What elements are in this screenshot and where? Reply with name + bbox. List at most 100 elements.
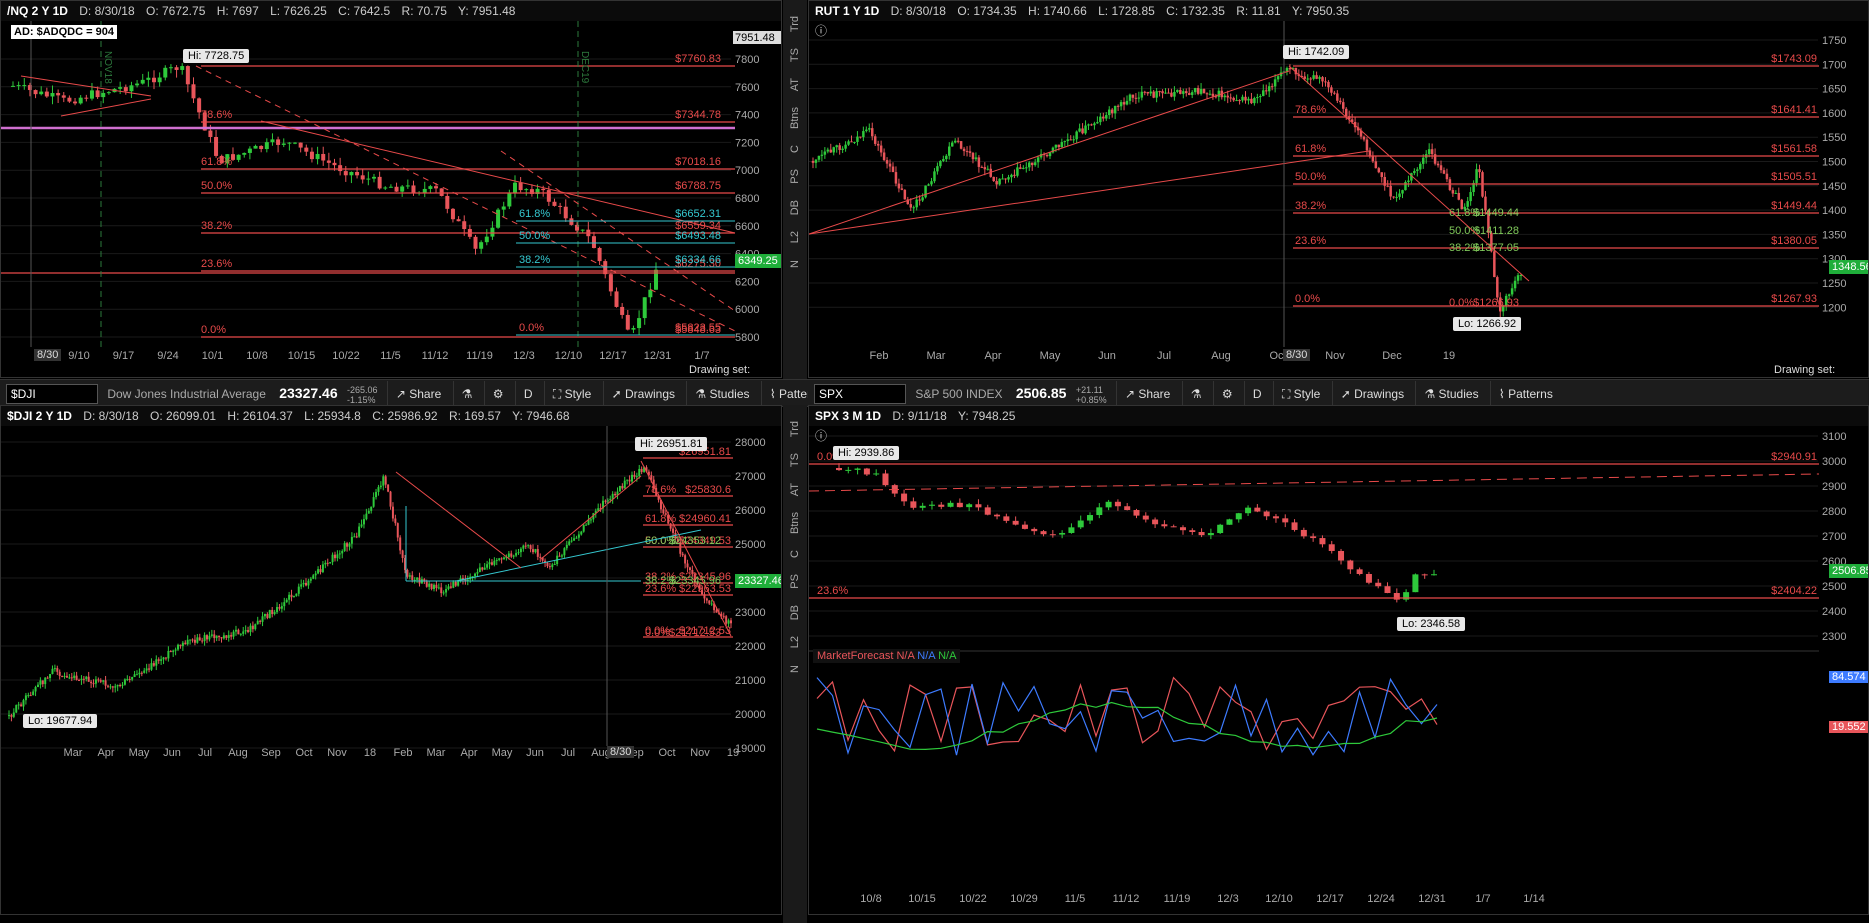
x-tick-label: May <box>129 747 150 759</box>
header-close: C: 7642.5 <box>338 4 391 18</box>
candle-body <box>930 181 933 185</box>
symbol-input[interactable]: SPX <box>814 384 906 404</box>
sidebar-tab-ts[interactable]: TS <box>789 48 801 62</box>
candle-body <box>965 151 969 153</box>
candle-body <box>548 566 551 568</box>
candle-body <box>498 558 501 560</box>
candle-body <box>1276 76 1280 80</box>
candle-body <box>938 504 945 507</box>
sidebar-tab-n[interactable]: N <box>789 260 801 268</box>
candle-body <box>1513 280 1517 289</box>
candle-body <box>948 146 951 156</box>
x-tick-label: 1/7 <box>1475 893 1490 905</box>
candle-body <box>863 468 870 475</box>
candle-body <box>642 297 647 319</box>
flask-icon[interactable]: ⚗ <box>452 381 481 406</box>
candle-body <box>50 93 55 97</box>
sidebar-tab-c[interactable]: C <box>789 550 801 558</box>
share-button[interactable]: ↗ Share <box>1115 381 1178 406</box>
candle-body <box>406 569 409 577</box>
candle-body <box>401 550 404 559</box>
sidebar-tab-ts[interactable]: TS <box>789 453 801 467</box>
style-button[interactable]: ⛶ Style <box>1272 381 1328 406</box>
studies-button[interactable]: ⚗ Studies <box>686 381 757 406</box>
chart-symbol[interactable]: RUT 1 Y 1D <box>815 4 879 18</box>
chart-panel-spx[interactable]: SPX 3 M 1D D: 9/11/18 Y: 7948.25 3100 300… <box>808 405 1869 915</box>
candle-body <box>582 525 585 532</box>
chart-symbol[interactable]: /NQ 2 Y 1D <box>7 4 68 18</box>
candle-body <box>811 161 815 163</box>
style-button[interactable]: ⛶ Style <box>543 381 599 406</box>
candle-body <box>87 676 90 682</box>
sidebar-tab-l2[interactable]: L2 <box>789 636 801 648</box>
candle-body <box>206 635 209 640</box>
sidebar-tab-at[interactable]: AT <box>789 78 801 91</box>
candle-body <box>367 510 370 514</box>
sidebar-tab-btns[interactable]: Btns <box>789 512 801 534</box>
share-button[interactable]: ↗ Share <box>386 381 449 406</box>
candle-body <box>41 680 44 685</box>
studies-button[interactable]: ⚗ Studies <box>1415 381 1486 406</box>
candle-body <box>628 479 631 482</box>
candle-body <box>484 236 489 243</box>
candle-body <box>1338 550 1345 561</box>
price-chart[interactable]: 2800027000260002500024000230002200021000… <box>1 426 782 915</box>
candle-body <box>539 556 542 558</box>
sidebar-tab-l2[interactable]: L2 <box>789 231 801 243</box>
gear-icon[interactable]: ⚙ <box>483 381 512 406</box>
patterns-button[interactable]: ⌇ Patterns <box>1489 381 1561 406</box>
sidebar-tab-db[interactable]: DB <box>789 200 801 215</box>
flask-icon[interactable]: ⚗ <box>1181 381 1210 406</box>
symbol-description: Dow Jones Industrial Average <box>107 387 266 401</box>
candle-body <box>85 676 88 680</box>
price-chart[interactable]: 7800760074007200700068006600640062006000… <box>1 21 782 378</box>
sidebar-tab-trd[interactable]: Trd <box>789 16 801 32</box>
symbol-input[interactable]: $DJI <box>6 384 98 404</box>
chart-panel-rut[interactable]: RUT 1 Y 1D D: 8/30/18 O: 1734.35 H: 1740… <box>808 0 1869 378</box>
gear-icon[interactable]: ⚙ <box>1212 381 1241 406</box>
date-marker: 8/30 <box>1283 349 1311 361</box>
candle-body <box>845 469 852 471</box>
candle-body <box>263 614 266 617</box>
chart-panel-dji[interactable]: $DJI 2 Y 1D D: 8/30/18 O: 26099.01 H: 26… <box>0 405 782 915</box>
sidebar-tab-at[interactable]: AT <box>789 483 801 496</box>
x-tick-label: 11/5 <box>1065 893 1086 905</box>
drawing-set-label[interactable]: Drawing set: Default <box>689 364 781 377</box>
drawings-button[interactable]: ➚ Drawings <box>602 381 683 406</box>
patterns-button[interactable]: ⌇ Patterns <box>760 381 808 406</box>
fib2-price-label: $6493.48 <box>675 230 721 242</box>
drawing-set-label[interactable]: Drawing set: Default <box>1774 364 1868 377</box>
sidebar-tab-c[interactable]: C <box>789 145 801 153</box>
candle-body <box>150 663 153 670</box>
aggregation-button[interactable]: D <box>1243 381 1270 406</box>
sidebar-tab-btns[interactable]: Btns <box>789 107 801 129</box>
drawings-button[interactable]: ➚ Drawings <box>1331 381 1412 406</box>
sidebar-tab-n[interactable]: N <box>789 665 801 673</box>
candle-body <box>214 136 219 156</box>
price-chart[interactable]: 1750170016501600155015001450140013501300… <box>809 21 1869 378</box>
candle-body <box>457 581 460 586</box>
candle-body <box>160 659 163 661</box>
sidebar-tab-ps[interactable]: PS <box>789 169 801 184</box>
y-tick-label: 1600 <box>1822 108 1846 120</box>
candle-body <box>681 553 684 556</box>
sidebar-tab-trd[interactable]: Trd <box>789 421 801 437</box>
candle-body <box>1134 97 1138 99</box>
x-tick-label: Oct <box>295 747 312 759</box>
candle-body <box>1375 582 1382 587</box>
chart-symbol[interactable]: $DJI 2 Y 1D <box>7 409 72 423</box>
candle-body <box>236 154 241 160</box>
candle-body <box>1256 97 1259 99</box>
candle-body <box>850 141 853 143</box>
sidebar-tab-ps[interactable]: PS <box>789 574 801 589</box>
candle-body <box>321 153 326 161</box>
sidebar-tab-db[interactable]: DB <box>789 605 801 620</box>
aggregation-button[interactable]: D <box>514 381 541 406</box>
candle-body <box>1401 190 1404 194</box>
candle-body <box>1377 168 1381 173</box>
study-name[interactable]: MarketForecast <box>817 650 893 662</box>
chart-panel-nq[interactable]: /NQ 2 Y 1D D: 8/30/18 O: 7672.75 H: 7697… <box>0 0 782 378</box>
candle-body <box>1365 573 1372 583</box>
price-chart[interactable]: 31003000290028002700260025002400230010/8… <box>809 426 1869 915</box>
chart-symbol[interactable]: SPX 3 M 1D <box>815 409 881 423</box>
